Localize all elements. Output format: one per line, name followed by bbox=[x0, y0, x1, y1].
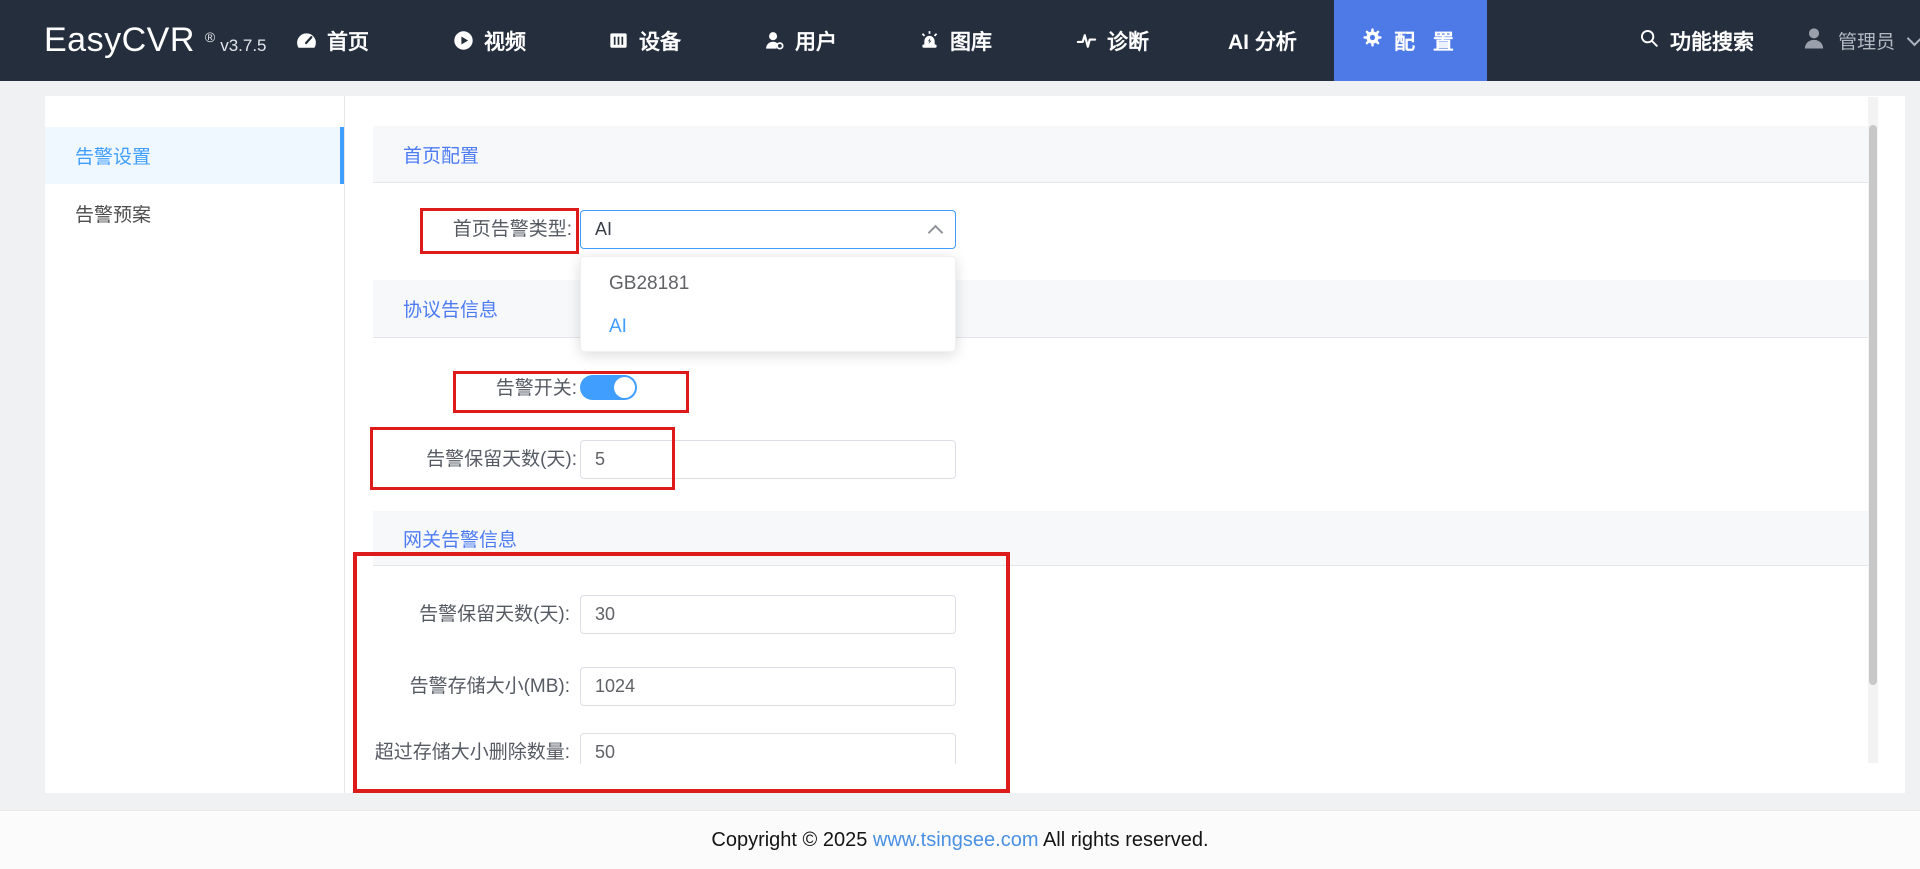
easycvr-config-page: EasyCVR ® v3.7.5 首页 视频 设备 用户 图库 诊断 AI 分析… bbox=[0, 0, 1920, 869]
select-value: AI bbox=[595, 219, 613, 239]
gear-icon bbox=[1361, 26, 1384, 55]
protocol-retention-label: 告警保留天数(天): bbox=[426, 449, 577, 470]
user-menu-label: 管理员 bbox=[1838, 32, 1896, 53]
nav-item-label: 首页 bbox=[327, 30, 369, 54]
gateway-retention-label: 告警保留天数(天): bbox=[419, 604, 570, 625]
app-logo[interactable]: EasyCVR ® v3.7.5 bbox=[44, 0, 267, 81]
alarm-switch-label: 告警开关: bbox=[495, 378, 577, 399]
nav-item-label: 图库 bbox=[950, 30, 992, 54]
chevron-down-icon bbox=[1906, 30, 1920, 47]
user-menu[interactable]: 管理员 bbox=[1800, 0, 1920, 81]
video-icon bbox=[452, 29, 475, 52]
sidebar-item-alarm-settings[interactable]: 告警设置 bbox=[45, 127, 344, 184]
dropdown-option-gb28181[interactable]: GB28181 bbox=[581, 262, 955, 305]
user-icon bbox=[763, 29, 786, 52]
dashboard-icon bbox=[295, 29, 318, 52]
top-navbar: EasyCVR ® v3.7.5 首页 视频 设备 用户 图库 诊断 AI 分析… bbox=[0, 0, 1920, 81]
protocol-retention-input[interactable] bbox=[580, 440, 956, 479]
nav-item-label: 视频 bbox=[484, 30, 526, 54]
diagnosis-icon bbox=[1075, 29, 1098, 52]
nav-item-label: 设备 bbox=[639, 30, 681, 54]
nav-item-diagnosis[interactable]: 诊断 bbox=[1075, 0, 1149, 81]
clipped-input-region bbox=[580, 733, 960, 764]
gallery-icon bbox=[918, 29, 941, 52]
gateway-delete-label: 超过存储大小删除数量: bbox=[374, 742, 570, 763]
footer-copyright-suffix: All rights reserved. bbox=[1038, 828, 1209, 851]
gateway-storage-label: 告警存储大小(MB): bbox=[409, 676, 570, 697]
home-alarm-type-select[interactable]: AI bbox=[580, 210, 956, 249]
app-logo-text: EasyCVR bbox=[44, 21, 195, 59]
settings-panel: 告警设置 告警预案 首页配置 首页告警类型: AI GB28181 AI 协议告… bbox=[45, 96, 1905, 793]
function-search-label: 功能搜索 bbox=[1670, 30, 1754, 54]
nav-item-home[interactable]: 首页 bbox=[295, 0, 369, 81]
sidebar-item-label: 告警设置 bbox=[75, 147, 152, 168]
footer-link[interactable]: www.tsingsee.com bbox=[873, 829, 1039, 852]
gateway-delete-input[interactable] bbox=[580, 733, 956, 764]
sidebar-item-alarm-plan[interactable]: 告警预案 bbox=[45, 184, 344, 242]
sidebar-item-label: 告警预案 bbox=[75, 204, 152, 226]
device-icon bbox=[607, 29, 630, 52]
footer-copyright-prefix: Copyright © 2025 bbox=[711, 828, 873, 851]
nav-item-device[interactable]: 设备 bbox=[607, 0, 681, 81]
nav-item-config-active[interactable]: 配 置 bbox=[1334, 0, 1487, 81]
section-title: 网关告警信息 bbox=[403, 529, 518, 551]
home-alarm-type-label: 首页告警类型: bbox=[452, 219, 572, 240]
dropdown-option-ai[interactable]: AI bbox=[581, 305, 955, 348]
alarm-type-dropdown: GB28181 AI bbox=[580, 256, 956, 352]
alarm-switch-toggle[interactable] bbox=[580, 375, 637, 400]
nav-item-label: 用户 bbox=[795, 30, 837, 54]
nav-item-ai-analysis[interactable]: AI 分析 bbox=[1228, 0, 1297, 81]
section-header-gateway-alarm: 网关告警信息 bbox=[373, 511, 1871, 566]
section-header-home-config: 首页配置 bbox=[373, 126, 1871, 183]
gateway-storage-input[interactable] bbox=[580, 667, 956, 706]
nav-item-gallery[interactable]: 图库 bbox=[918, 0, 992, 81]
nav-item-video[interactable]: 视频 bbox=[452, 0, 526, 81]
scrollbar-thumb[interactable] bbox=[1869, 125, 1877, 685]
gateway-retention-input[interactable] bbox=[580, 595, 956, 634]
search-icon bbox=[1638, 27, 1660, 55]
avatar-icon bbox=[1800, 24, 1828, 58]
toggle-knob bbox=[614, 377, 635, 398]
registered-mark: ® bbox=[204, 29, 216, 45]
footer: Copyright © 2025 www.tsingsee.com All ri… bbox=[0, 810, 1920, 869]
nav-item-label: AI 分析 bbox=[1228, 30, 1297, 54]
nav-item-label: 配 置 bbox=[1394, 30, 1460, 54]
scrollbar-track[interactable] bbox=[1868, 97, 1878, 763]
function-search[interactable]: 功能搜索 bbox=[1638, 0, 1754, 81]
section-title: 协议告信息 bbox=[403, 300, 499, 321]
app-version: v3.7.5 bbox=[220, 36, 267, 55]
section-title: 首页配置 bbox=[403, 145, 480, 167]
caret-up-icon bbox=[927, 224, 944, 240]
nav-item-user[interactable]: 用户 bbox=[763, 0, 837, 81]
nav-item-label: 诊断 bbox=[1107, 30, 1149, 54]
